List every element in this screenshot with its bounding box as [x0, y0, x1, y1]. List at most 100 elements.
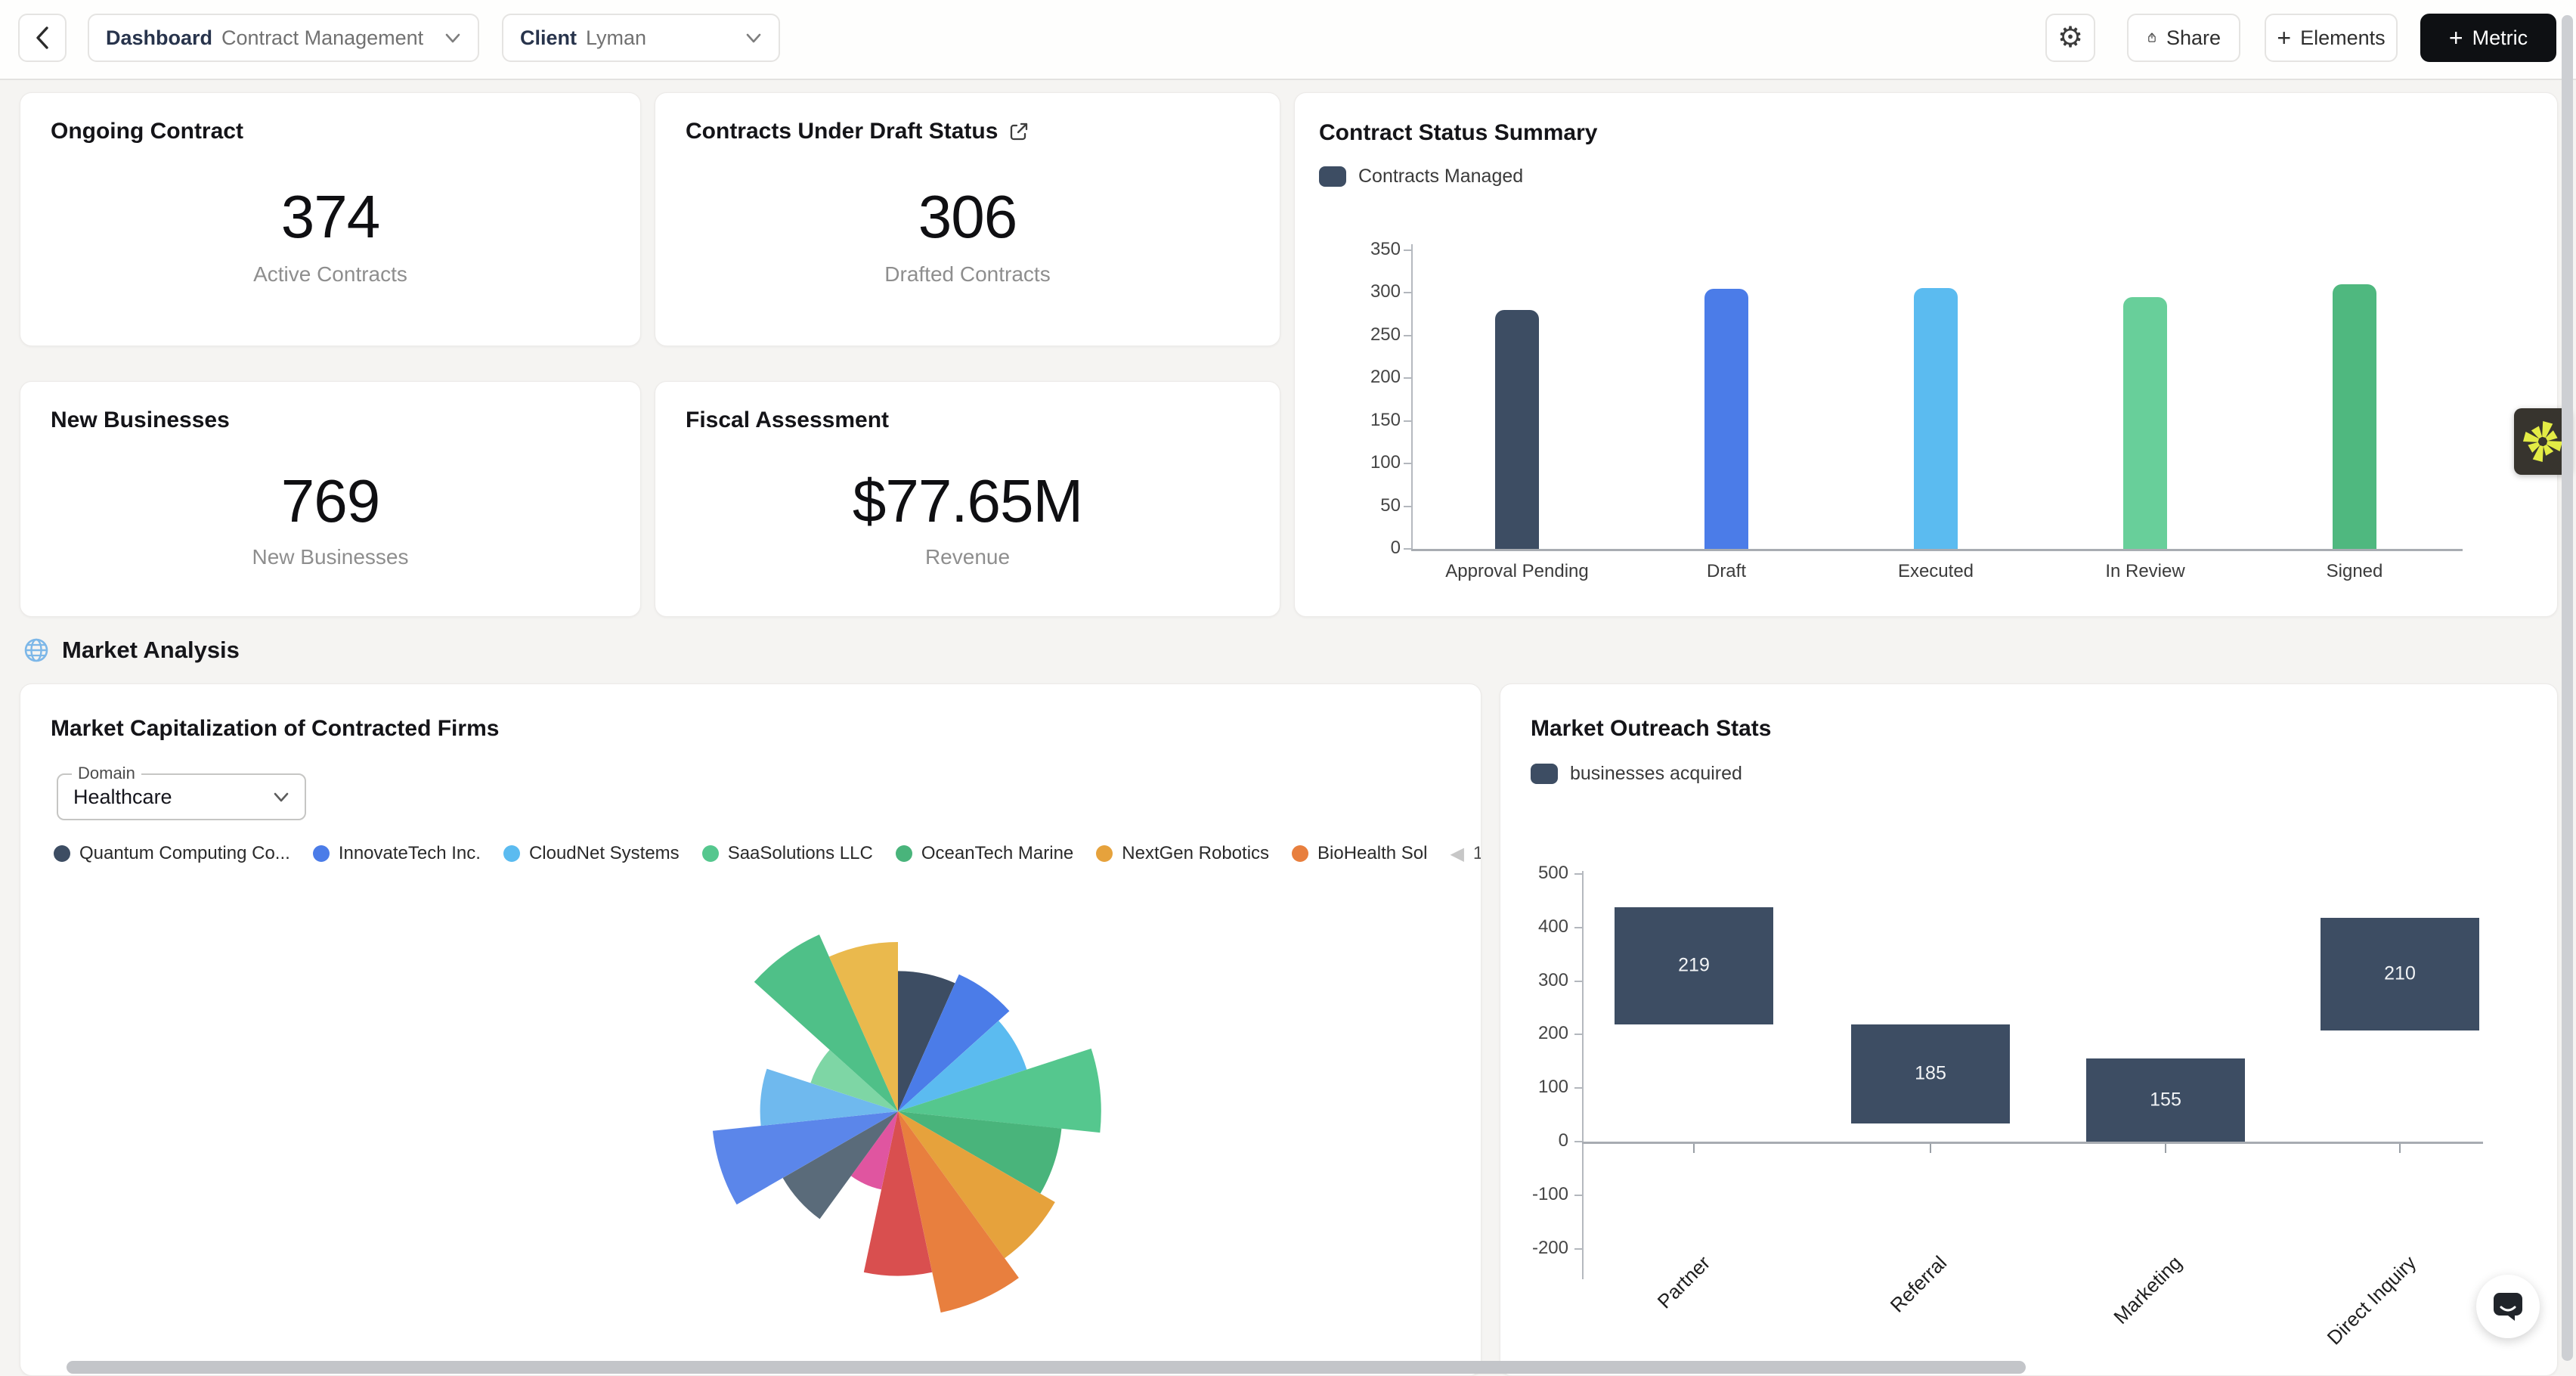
external-link-icon[interactable]: [1008, 121, 1029, 142]
y-axis-label: 0: [1328, 538, 1401, 559]
chart-title: Contract Status Summary: [1319, 120, 1597, 146]
kpi-caption: Active Contracts: [20, 262, 640, 287]
x-axis-label: Partner: [1653, 1251, 1715, 1313]
floating-bar[interactable]: 210: [2321, 918, 2479, 1030]
y-axis-label: 300: [1328, 281, 1401, 302]
y-axis-tick: [1574, 873, 1582, 875]
zero-axis-line: [1582, 1142, 2483, 1144]
y-axis-label: -100: [1500, 1184, 1568, 1205]
y-axis-tick: [1574, 1087, 1582, 1089]
legend-item-label: BioHealth Sol: [1317, 843, 1427, 864]
y-axis-tick: [1404, 420, 1411, 422]
client-select-value: Lyman: [586, 26, 646, 50]
legend-dot-icon: [503, 845, 520, 862]
bar[interactable]: [2123, 297, 2167, 549]
card-title: New Businesses: [51, 408, 230, 433]
add-metric-button[interactable]: + Metric: [2420, 14, 2556, 62]
contracts-under-draft-card: Contracts Under Draft Status 306 Drafted…: [655, 92, 1280, 346]
y-axis-tick: [1574, 981, 1582, 982]
elements-button-label: Elements: [2300, 26, 2386, 50]
bar-value-label: 155: [2086, 1089, 2245, 1111]
dashboard-select-value: Contract Management: [221, 26, 423, 50]
bar[interactable]: [1704, 289, 1748, 549]
x-axis-label: Direct Inquiry: [2323, 1251, 2421, 1350]
y-axis-label: 100: [1500, 1077, 1568, 1098]
y-axis-label: 350: [1328, 239, 1401, 260]
client-select-label: Client: [520, 26, 577, 50]
domain-select-label: Domain: [72, 764, 141, 783]
legend-item-label: InnovateTech Inc.: [339, 843, 481, 864]
settings-button[interactable]: ⚙: [2045, 14, 2095, 62]
horizontal-scrollbar-thumb[interactable]: [67, 1361, 2026, 1374]
card-title: Ongoing Contract: [51, 119, 243, 144]
new-businesses-card: New Businesses 769 New Businesses: [20, 381, 641, 617]
market-analysis-section-header: Market Analysis: [23, 637, 240, 664]
floating-bar[interactable]: 155: [2086, 1058, 2245, 1142]
y-axis-label: 300: [1500, 970, 1568, 991]
y-axis-tick: [1404, 292, 1411, 293]
kpi-value: 306: [655, 182, 1280, 252]
market-outreach-card: Market Outreach Stats businesses acquire…: [1500, 683, 2558, 1376]
y-axis-tick: [1404, 249, 1411, 251]
y-axis-label: 150: [1328, 410, 1401, 431]
bar-value-label: 219: [1615, 955, 1773, 977]
legend-dot-icon: [54, 845, 70, 862]
domain-select[interactable]: Domain Healthcare: [57, 773, 306, 820]
chat-widget-button[interactable]: [2476, 1275, 2540, 1338]
section-title: Market Analysis: [62, 637, 240, 664]
polar-area-chart: [641, 854, 1155, 1368]
y-axis-tick: [1574, 1248, 1582, 1250]
y-axis-tick: [1404, 506, 1411, 507]
legend-item[interactable]: Quantum Computing Co...: [54, 843, 290, 864]
y-axis-label: 200: [1500, 1023, 1568, 1044]
y-axis-label: 400: [1500, 916, 1568, 937]
chevron-down-icon: [745, 33, 762, 44]
client-select[interactable]: Client Lyman: [502, 14, 780, 62]
y-axis-label: 500: [1500, 863, 1568, 884]
bar-value-label: 185: [1851, 1063, 2010, 1085]
fiscal-assessment-card: Fiscal Assessment $77.65M Revenue: [655, 381, 1280, 617]
kpi-caption: Drafted Contracts: [655, 262, 1280, 287]
y-axis-label: 50: [1328, 495, 1401, 516]
floating-bar[interactable]: 219: [1615, 907, 1773, 1024]
x-axis-label: Marketing: [2109, 1251, 2187, 1329]
market-capitalization-card: Market Capitalization of Contracted Firm…: [20, 683, 1482, 1376]
floating-bar[interactable]: 185: [1851, 1024, 2010, 1123]
legend-item[interactable]: BioHealth Sol: [1292, 843, 1427, 864]
legend-pagination: ◀1/3▶: [1450, 843, 1482, 865]
legend-dot-icon: [1292, 845, 1308, 862]
gear-icon: ⚙: [2057, 23, 2083, 52]
add-elements-button[interactable]: + Elements: [2265, 14, 2398, 62]
domain-select-value: Healthcare: [73, 786, 172, 809]
contract-status-summary-card: Contract Status Summary Contracts Manage…: [1294, 92, 2558, 617]
kpi-caption: New Businesses: [20, 545, 640, 569]
y-axis-label: 0: [1500, 1130, 1568, 1151]
legend-item[interactable]: InnovateTech Inc.: [313, 843, 481, 864]
y-axis-tick: [1404, 335, 1411, 336]
y-axis-tick: [1404, 377, 1411, 379]
x-axis-tick: [1693, 1144, 1695, 1153]
chart-legend[interactable]: Contracts Managed: [1319, 166, 1523, 187]
card-title: Fiscal Assessment: [686, 408, 889, 433]
globe-icon: [23, 637, 50, 664]
dashboard-select[interactable]: Dashboard Contract Management: [88, 14, 479, 62]
vertical-scrollbar-thumb[interactable]: [2562, 15, 2573, 1361]
x-axis-label: Signed: [2256, 561, 2453, 582]
chart-legend[interactable]: businesses acquired: [1531, 763, 1742, 785]
x-axis-label: In Review: [2047, 561, 2243, 582]
bar[interactable]: [2333, 284, 2376, 549]
y-axis-tick: [1574, 1034, 1582, 1035]
bar[interactable]: [1914, 288, 1958, 549]
share-icon: [2147, 26, 2157, 50]
x-axis-label: Referral: [1886, 1251, 1952, 1317]
y-axis-label: 100: [1328, 452, 1401, 473]
share-button[interactable]: Share: [2127, 14, 2240, 62]
y-axis-label: -200: [1500, 1238, 1568, 1259]
back-button[interactable]: [18, 14, 67, 62]
metric-button-label: Metric: [2472, 26, 2528, 50]
legend-prev-page-icon[interactable]: ◀: [1450, 843, 1463, 865]
bar[interactable]: [1495, 310, 1539, 549]
chevron-down-icon: [273, 792, 289, 803]
chat-bubble-icon: [2491, 1289, 2525, 1324]
kpi-value: 374: [20, 182, 640, 252]
